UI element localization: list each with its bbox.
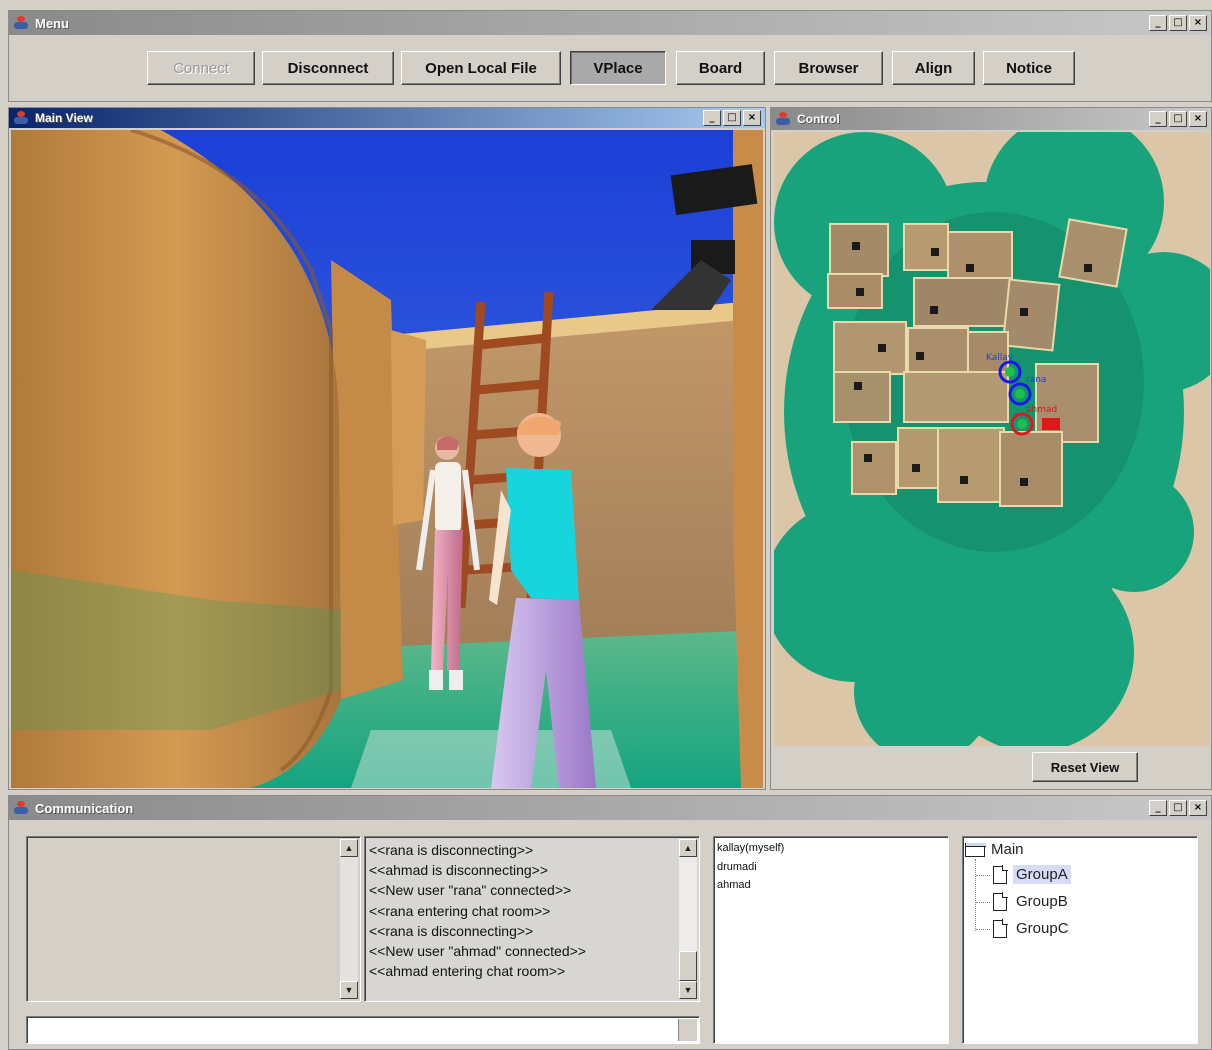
tree-node-label: GroupB [1016, 893, 1068, 910]
chat-line: <<rana entering chat room>> [369, 902, 551, 919]
camera-marker [1042, 418, 1060, 430]
main-view-window: Main View _ □ × [8, 107, 766, 790]
chat-line: <<New user "rana" connected>> [369, 882, 572, 899]
browser-button[interactable]: Browser [774, 51, 883, 85]
open-local-file-button[interactable]: Open Local File [401, 51, 561, 85]
main-view-title: Main View [35, 111, 93, 125]
user-list[interactable]: kallay(myself) drumadi ahmad [713, 836, 949, 1044]
group-tree[interactable]: Main GroupA GroupB GroupC [962, 836, 1198, 1044]
document-icon [993, 864, 1008, 884]
close-icon[interactable]: × [1189, 15, 1207, 31]
menu-window: Menu _ □ × Connect Disconnect Open Local… [8, 10, 1212, 102]
tree-guide-line [975, 859, 977, 931]
user-list-items: kallay(myself) drumadi ahmad [717, 839, 784, 895]
chat-log[interactable]: <<rana is disconnecting>> <<ahmad is dis… [364, 836, 700, 1002]
close-icon[interactable]: × [1189, 111, 1207, 127]
chat-line: <<ahmad is disconnecting>> [369, 862, 549, 879]
close-icon[interactable]: × [743, 110, 761, 126]
vplace-button[interactable]: VPlace [570, 51, 666, 85]
java-app-icon [775, 112, 791, 126]
chat-line: <<rana is disconnecting>> [369, 922, 534, 939]
chat-line: <<ahmad entering chat room>> [369, 963, 566, 980]
tree-node-label: GroupC [1016, 920, 1069, 937]
scroll-down-arrow-icon[interactable]: ▼ [679, 981, 697, 999]
java-app-icon [13, 16, 29, 30]
java-app-icon [13, 111, 29, 125]
main-view-titlebar[interactable]: Main View _ □ × [9, 108, 765, 128]
tree-node-group-b[interactable]: GroupB [993, 891, 1071, 911]
user-list-item[interactable]: drumadi [717, 858, 784, 877]
tree-guide-line [976, 902, 990, 903]
document-icon [993, 891, 1008, 911]
scroll-down-arrow-icon[interactable]: ▼ [340, 981, 358, 999]
user-list-item[interactable]: kallay(myself) [717, 839, 784, 858]
document-icon [993, 918, 1008, 938]
folder-icon [965, 842, 986, 857]
maximize-icon[interactable]: □ [1169, 15, 1187, 31]
compose-scrollbar[interactable]: ▲ ▼ [340, 839, 358, 999]
tree-node-label: GroupA [1013, 865, 1071, 884]
disconnect-button[interactable]: Disconnect [262, 51, 394, 85]
control-window: Control _ □ × Kallay rana ahmad Reset Vi… [770, 107, 1212, 790]
control-titlebar[interactable]: Control _ □ × [771, 108, 1211, 130]
tree-guide-line [976, 875, 990, 876]
avatar-label-rana: rana [1026, 375, 1046, 385]
avatar-label-ahmad: ahmad [1026, 405, 1057, 415]
user-list-item[interactable]: ahmad [717, 876, 784, 895]
tree-node-group-a[interactable]: GroupA [993, 864, 1071, 884]
connect-button[interactable]: Connect [147, 51, 255, 85]
reset-view-button[interactable]: Reset View [1032, 752, 1138, 782]
chat-line: <<New user "ahmad" connected>> [369, 943, 586, 960]
align-button[interactable]: Align [892, 51, 975, 85]
scroll-up-arrow-icon[interactable]: ▲ [340, 839, 358, 857]
scroll-thumb[interactable] [679, 951, 697, 981]
close-icon[interactable]: × [1189, 800, 1207, 816]
minimize-icon[interactable]: _ [1149, 800, 1167, 816]
compose-textarea[interactable]: ▲ ▼ [26, 836, 361, 1002]
communication-titlebar[interactable]: Communication _ □ × [9, 796, 1211, 820]
chat-lines: <<rana is disconnecting>> <<ahmad is dis… [369, 840, 586, 981]
tree-root-main[interactable]: Main [965, 841, 1024, 858]
menu-titlebar[interactable]: Menu _ □ × [9, 11, 1211, 35]
message-input[interactable] [26, 1016, 700, 1044]
communication-window: Communication _ □ × ▲ ▼ <<rana is discon… [8, 795, 1212, 1050]
maximize-icon[interactable]: □ [723, 110, 741, 126]
overhead-map-viewport[interactable]: Kallay rana ahmad [774, 132, 1210, 746]
java-app-icon [13, 801, 29, 815]
control-title: Control [797, 112, 840, 126]
minimize-icon[interactable]: _ [1149, 15, 1167, 31]
tree-root-label: Main [991, 841, 1024, 858]
message-input-spinner[interactable] [678, 1019, 697, 1041]
tree-node-group-c[interactable]: GroupC [993, 918, 1072, 938]
communication-title: Communication [35, 800, 134, 816]
tree-guide-line [976, 929, 990, 930]
maximize-icon[interactable]: □ [1169, 111, 1187, 127]
chat-line: <<rana is disconnecting>> [369, 842, 534, 858]
scroll-up-arrow-icon[interactable]: ▲ [679, 839, 697, 857]
maximize-icon[interactable]: □ [1169, 800, 1187, 816]
3d-scene-viewport[interactable] [11, 130, 763, 788]
minimize-icon[interactable]: _ [703, 110, 721, 126]
menu-title: Menu [35, 15, 69, 31]
chat-log-scrollbar[interactable]: ▲ ▼ [679, 839, 697, 999]
minimize-icon[interactable]: _ [1149, 111, 1167, 127]
board-button[interactable]: Board [676, 51, 765, 85]
notice-button[interactable]: Notice [983, 51, 1075, 85]
